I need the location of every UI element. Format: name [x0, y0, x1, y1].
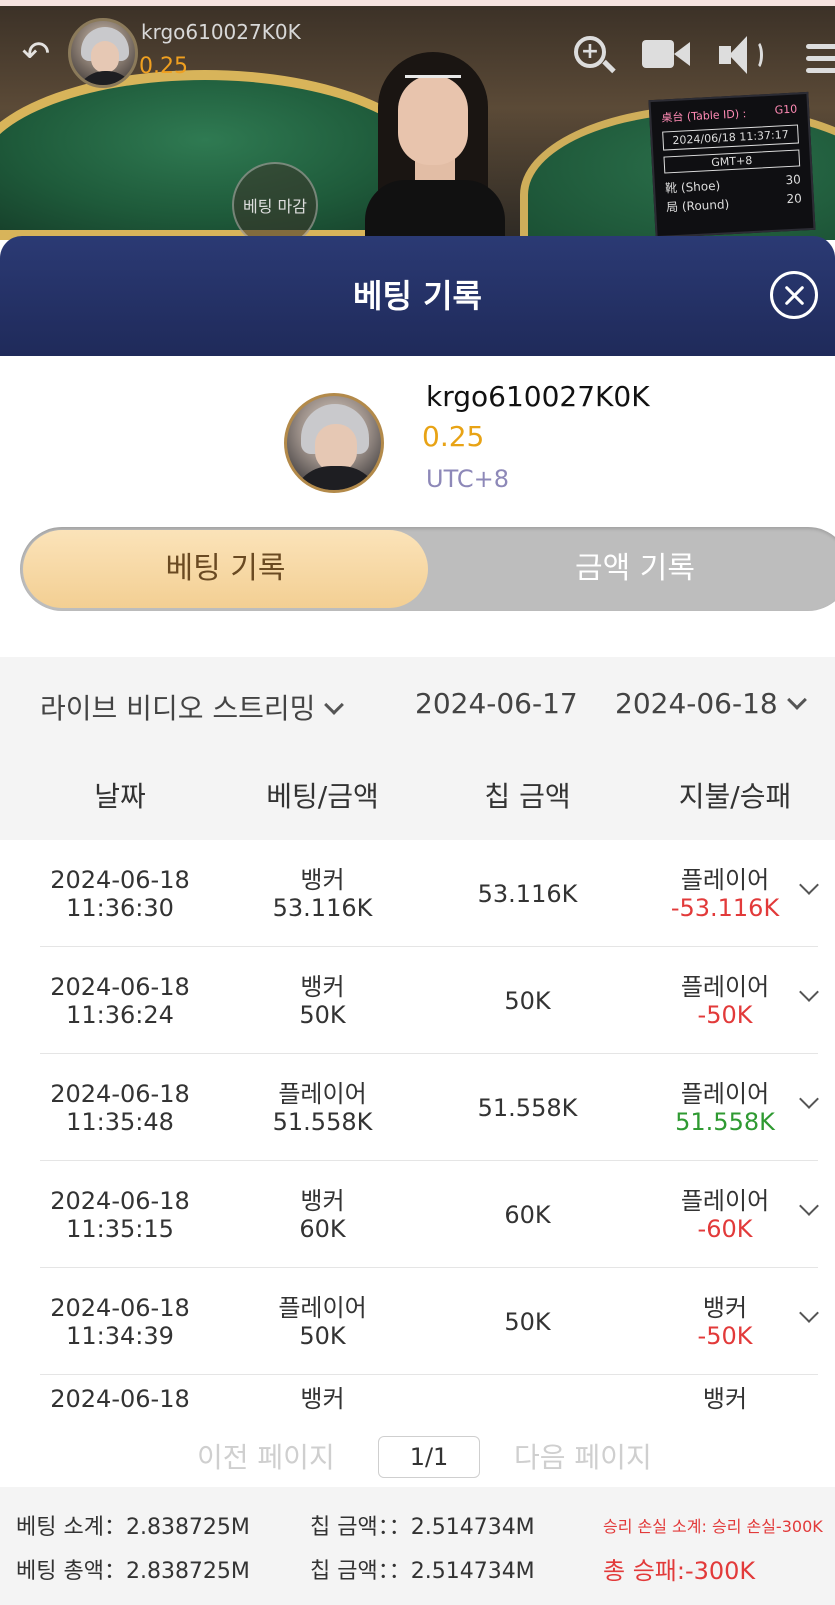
video-balance: 0.25 — [139, 54, 188, 79]
row-result-side: 플레이어 — [680, 1079, 770, 1108]
table-id-label: 桌台 (Table ID) : — [661, 107, 747, 125]
row-bet-amount: 53.116K — [272, 893, 373, 922]
row-payout: -53.116K — [670, 893, 780, 922]
shoe-value: 30 — [785, 172, 802, 188]
row-date: 2024-06-18 — [50, 1293, 190, 1322]
row-bet-side: 플레이어 — [278, 1079, 367, 1108]
top-edge — [0, 0, 835, 6]
close-icon[interactable] — [770, 271, 818, 319]
row-bet-side: 뱅커 — [300, 1385, 345, 1413]
row-bet-amount: 50K — [299, 1321, 346, 1350]
page-indicator: 1/1 — [378, 1436, 480, 1478]
prev-page-button[interactable]: 이전 페이지 — [197, 1436, 335, 1476]
chip-total: 칩 금액：：2.514734M — [310, 1559, 535, 1584]
bet-total: 베팅 총액：2.838725M — [16, 1559, 250, 1584]
row-bet-amount: 50K — [299, 1000, 346, 1029]
bet-subtotal: 베팅 소계：2.838725M — [16, 1515, 250, 1540]
profile-balance: 0.25 — [422, 420, 485, 453]
row-time: 11:36:30 — [66, 893, 174, 922]
table-row[interactable]: 2024-06-18 뱅커 뱅커 — [40, 1375, 818, 1420]
date-to-picker[interactable]: 2024-06-18 — [615, 687, 807, 720]
row-time: 11:35:15 — [66, 1214, 174, 1243]
modal-header: 베팅 기록 — [0, 236, 835, 356]
row-bet-amount: 51.558K — [272, 1107, 373, 1136]
round-value: 20 — [786, 191, 803, 207]
game-filter-dropdown[interactable]: 라이브 비디오 스트리밍 — [40, 687, 345, 727]
next-page-button[interactable]: 다음 페이지 — [514, 1436, 652, 1476]
avatar[interactable] — [68, 18, 138, 88]
winloss-subtotal: 승리 손실 소계: 승리 손실-300K — [603, 1517, 823, 1536]
row-bet-amount: 60K — [299, 1214, 346, 1243]
back-arrow-icon[interactable]: ↶ — [14, 32, 58, 76]
table-row[interactable]: 2024-06-18 11:36:24 뱅커 50K 50K 플레이어 -50K — [40, 947, 819, 1054]
modal-title: 베팅 기록 — [353, 277, 482, 315]
table-info-panel: 桌台 (Table ID) : G10 2024/06/18 11:37:17 G… — [648, 91, 816, 239]
column-header-date: 날짜 — [94, 780, 146, 813]
column-header-bet: 베팅/금액 — [266, 780, 379, 813]
row-date: 2024-06-18 — [50, 1186, 190, 1215]
row-chip: 60K — [504, 1200, 551, 1229]
table-gmt: GMT+8 — [663, 149, 801, 174]
row-bet-side: 뱅커 — [300, 1186, 345, 1215]
row-payout: -50K — [697, 1321, 753, 1350]
row-result-side: 뱅커 — [702, 1385, 748, 1413]
chip-subtotal: 칩 금액：：2.514734M — [310, 1515, 535, 1540]
live-video-stream: ↶ krgo610027K0K 0.25 + 베팅 마감 桌台 (Table I… — [0, 0, 835, 240]
row-result-side: 뱅커 — [702, 1293, 748, 1322]
table-id-value: G10 — [774, 102, 798, 117]
row-date: 2024-06-18 — [50, 972, 190, 1001]
table-row[interactable]: 2024-06-18 11:36:30 뱅커 53.116K 53.116K 플레이… — [40, 840, 819, 947]
chevron-down-icon — [324, 695, 345, 715]
row-time: 11:35:48 — [66, 1107, 174, 1136]
filter-bar: 라이브 비디오 스트리밍 2024-06-17 2024-06-18 날짜 베팅… — [0, 657, 835, 840]
row-time: 11:36:24 — [66, 1000, 174, 1029]
row-time: 11:34:39 — [66, 1321, 174, 1350]
row-bet-side: 뱅커 — [300, 972, 345, 1001]
record-tabs: 베팅 기록 금액 기록 — [20, 527, 835, 611]
game-filter-label: 라이브 비디오 스트리밍 — [40, 692, 316, 725]
video-top-bar: ↶ krgo610027K0K 0.25 + — [0, 10, 835, 90]
menu-icon[interactable] — [800, 30, 835, 80]
column-header-chip: 칩 금액 — [484, 780, 571, 813]
row-result-side: 플레이어 — [680, 865, 770, 894]
video-camera-icon[interactable] — [640, 30, 690, 80]
row-payout: -50K — [697, 1000, 753, 1029]
row-date: 2024-06-18 — [50, 1079, 190, 1108]
row-chip: 53.116K — [477, 879, 578, 908]
table-row[interactable]: 2024-06-18 11:34:39 플레이어 50K 50K 뱅커 -50K — [40, 1268, 819, 1375]
row-result-side: 플레이어 — [680, 972, 770, 1001]
date-from-picker[interactable]: 2024-06-17 — [415, 687, 578, 720]
date-to-label: 2024-06-18 — [615, 687, 778, 720]
row-chip: 51.558K — [477, 1093, 578, 1122]
pagination: 이전 페이지 1/1 다음 페이지 — [0, 1422, 835, 1486]
row-chip: 50K — [504, 986, 551, 1015]
summary-footer: 베팅 소계：2.838725M 칩 금액：：2.514734M 승리 손실 소계… — [0, 1487, 835, 1605]
chevron-down-icon — [786, 690, 807, 710]
row-bet-side: 플레이어 — [278, 1293, 367, 1322]
profile-avatar — [284, 393, 384, 493]
row-date: 2024-06-18 — [50, 865, 190, 894]
column-header-payout: 지불/승패 — [678, 780, 792, 813]
speaker-icon[interactable] — [715, 30, 765, 80]
video-username: krgo610027K0K — [141, 20, 301, 44]
profile-timezone: UTC+8 — [426, 465, 509, 493]
zoom-in-icon[interactable]: + — [568, 30, 618, 80]
row-payout: -60K — [697, 1214, 753, 1243]
row-result-side: 플레이어 — [680, 1186, 770, 1215]
round-label: 局 (Round) — [665, 197, 730, 215]
tab-amount-record[interactable]: 금액 기록 — [430, 530, 835, 608]
bet-closed-badge: 베팅 마감 — [232, 162, 318, 240]
bet-record-list: 2024-06-18 11:36:30 뱅커 53.116K 53.116K 플레이… — [0, 840, 835, 1420]
row-chip: 50K — [504, 1307, 551, 1336]
table-row[interactable]: 2024-06-18 11:35:15 뱅커 60K 60K 플레이어 -60K — [40, 1161, 819, 1268]
table-datetime: 2024/06/18 11:37:17 — [662, 124, 799, 151]
row-date: 2024-06-18 — [50, 1385, 190, 1413]
row-payout: 51.558K — [675, 1107, 775, 1136]
profile-username: krgo610027K0K — [426, 380, 650, 413]
winloss-total: 총 승패:-300K — [603, 1557, 756, 1585]
table-row[interactable]: 2024-06-18 11:35:48 플레이어 51.558K 51.558K 플… — [40, 1054, 819, 1161]
tab-bet-record[interactable]: 베팅 기록 — [23, 530, 428, 608]
shoe-label: 靴 (Shoe) — [664, 178, 721, 196]
row-bet-side: 뱅커 — [300, 865, 345, 894]
